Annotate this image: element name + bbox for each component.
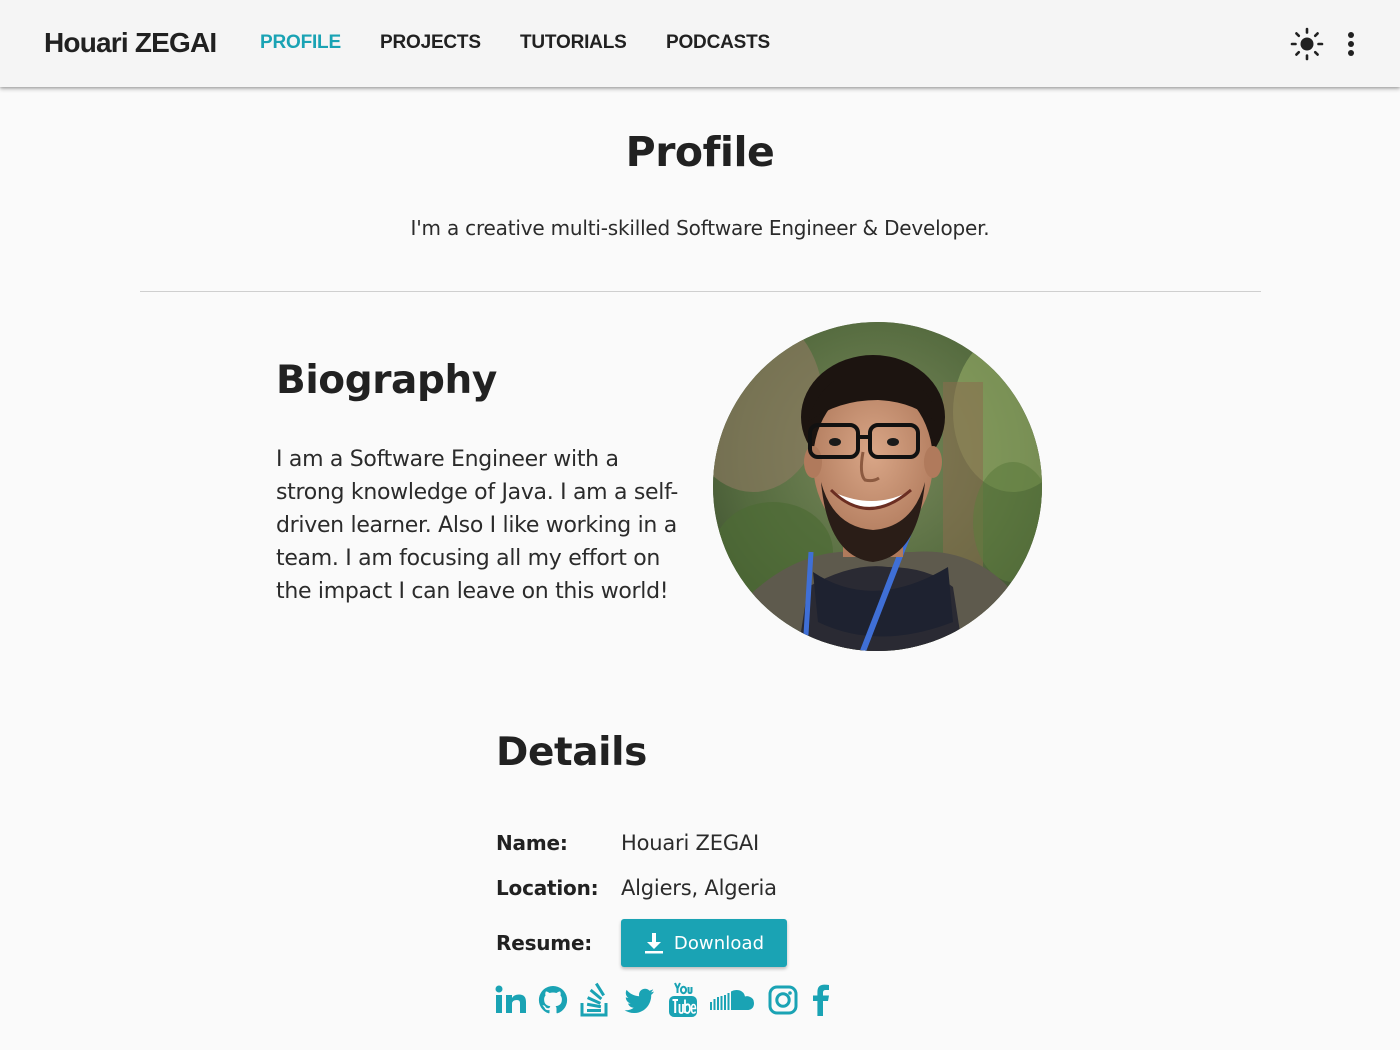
section-divider [140,291,1261,292]
page-title: Profile [625,128,775,176]
github-icon [538,985,568,1014]
more-options-button[interactable] [1338,26,1364,62]
stackoverflow-icon [580,982,608,1017]
sun-icon [1290,27,1324,61]
tab-profile[interactable]: PROFILE [260,31,341,55]
instagram-link[interactable] [767,982,799,1018]
profile-photo [713,322,1042,651]
tab-podcasts[interactable]: PODCASTS [666,31,770,55]
download-icon [644,933,663,954]
facebook-icon [813,984,829,1016]
twitter-icon [624,988,654,1013]
profile-tagline: I'm a creative multi-skilled Software En… [410,216,990,240]
soundcloud-icon [710,989,754,1010]
instagram-icon [768,985,798,1015]
facebook-link[interactable] [809,982,833,1018]
stackoverflow-link[interactable] [579,982,611,1018]
youtube-icon [669,982,697,1017]
biography-text: I am a Software Engineer with a strong k… [276,447,678,604]
download-resume-button[interactable]: Download [621,919,787,967]
location-label: Location: [496,876,599,900]
name-value: Houari ZEGAI [621,831,760,855]
more-vertical-icon [1348,32,1354,56]
brand-title[interactable]: Houari ZEGAI [44,25,217,61]
details-heading: Details [496,730,647,775]
resume-label: Resume: [496,931,593,955]
download-label: Download [673,932,765,954]
youtube-link[interactable] [667,982,699,1018]
linkedin-link[interactable] [495,982,527,1018]
top-app-bar: Houari ZEGAI PROFILE PROJECTS TUTORIALS … [0,0,1400,87]
twitter-link[interactable] [623,982,656,1018]
tab-tutorials[interactable]: TUTORIALS [520,31,627,55]
linkedin-icon [495,985,526,1013]
github-link[interactable] [537,982,569,1018]
name-label: Name: [496,831,568,855]
tab-projects[interactable]: PROJECTS [380,31,481,55]
soundcloud-link[interactable] [710,982,756,1018]
location-value: Algiers, Algeria [621,876,777,900]
biography-heading: Biography [276,358,497,403]
theme-toggle-button[interactable] [1289,26,1325,62]
